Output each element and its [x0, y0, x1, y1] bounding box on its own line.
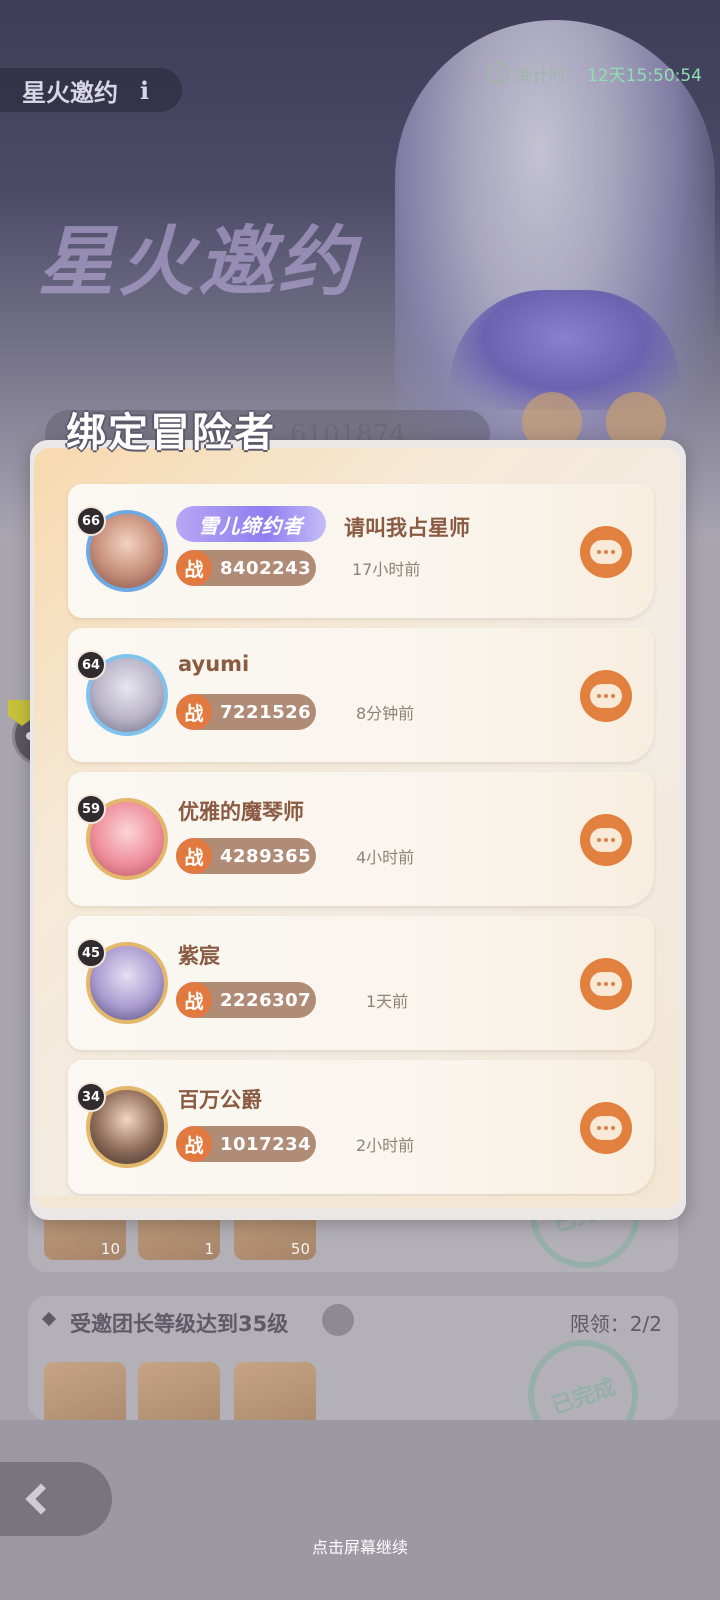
player-name: 优雅的魔琴师 [178, 800, 304, 824]
power-pill: 战 8402243 [176, 550, 316, 586]
power-value: 8402243 [220, 557, 312, 579]
power-pill: 战 4289365 [176, 838, 316, 874]
player-name: ayumi [178, 652, 250, 676]
last-online: 4小时前 [356, 848, 415, 867]
countdown-value: 12天15:50:54 [587, 65, 702, 86]
task-title: 受邀团长等级达到35级 [70, 1312, 289, 1336]
power-icon: 战 [176, 1126, 212, 1162]
chat-button[interactable] [580, 958, 632, 1010]
last-online: 17小时前 [352, 560, 421, 579]
power-pill: 战 1017234 [176, 1126, 316, 1162]
power-pill: 战 2226307 [176, 982, 316, 1018]
info-icon[interactable]: i [140, 76, 149, 105]
event-title-chip: 星火邀约 i [0, 68, 182, 112]
power-value: 4289365 [220, 845, 312, 867]
clock-icon [487, 62, 510, 84]
chat-button[interactable] [580, 814, 632, 866]
title-badge: 雪儿缔约者 [176, 506, 326, 542]
player-card: 64 ayumi 战 7221526 8分钟前 [68, 628, 654, 762]
player-name: 百万公爵 [178, 1088, 262, 1112]
chat-icon [590, 972, 622, 996]
chat-button[interactable] [580, 670, 632, 722]
level-badge: 64 [76, 650, 106, 680]
event-title: 星火邀约 [22, 78, 118, 107]
last-online: 1天前 [366, 992, 409, 1011]
event-logo: 星火邀约 [38, 217, 358, 306]
search-icon [322, 1304, 354, 1336]
player-card: 34 百万公爵 战 1017234 2小时前 [68, 1060, 654, 1194]
modal-bottom-edge [34, 1196, 680, 1208]
power-icon: 战 [176, 838, 212, 874]
chat-icon [590, 1116, 622, 1140]
power-icon: 战 [176, 982, 212, 1018]
player-name: 紫宸 [178, 944, 220, 968]
level-badge: 66 [76, 506, 106, 536]
chat-button[interactable] [580, 1102, 632, 1154]
power-icon: 战 [176, 694, 212, 730]
last-online: 8分钟前 [356, 704, 415, 723]
task-limit: 限领：2/2 [569, 1312, 662, 1336]
player-card: 45 紫宸 战 2226307 1天前 [68, 916, 654, 1050]
power-pill: 战 7221526 [176, 694, 316, 730]
level-badge: 59 [76, 794, 106, 824]
countdown: 倒计时： 12天15:50:54 [487, 58, 702, 88]
modal-title: 绑定冒险者 [66, 410, 276, 456]
tap-to-continue-hint[interactable]: 点击屏幕继续 [0, 1534, 720, 1558]
player-card: 66 雪儿缔约者 请叫我占星师 战 8402243 17小时前 [68, 484, 654, 618]
power-value: 2226307 [220, 989, 312, 1011]
player-name: 请叫我占星师 [344, 516, 470, 540]
power-value: 1017234 [220, 1133, 312, 1155]
player-card: 59 优雅的魔琴师 战 4289365 4小时前 [68, 772, 654, 906]
chat-icon [590, 540, 622, 564]
back-button[interactable] [0, 1462, 112, 1536]
chevron-left-icon [25, 1483, 57, 1515]
last-online: 2小时前 [356, 1136, 415, 1155]
chat-button[interactable] [580, 526, 632, 578]
countdown-label: 倒计时： [515, 65, 584, 86]
power-value: 7221526 [220, 701, 312, 723]
chat-icon [590, 828, 622, 852]
chat-icon [590, 684, 622, 708]
level-badge: 45 [76, 938, 106, 968]
power-icon: 战 [176, 550, 212, 586]
level-badge: 34 [76, 1082, 106, 1112]
